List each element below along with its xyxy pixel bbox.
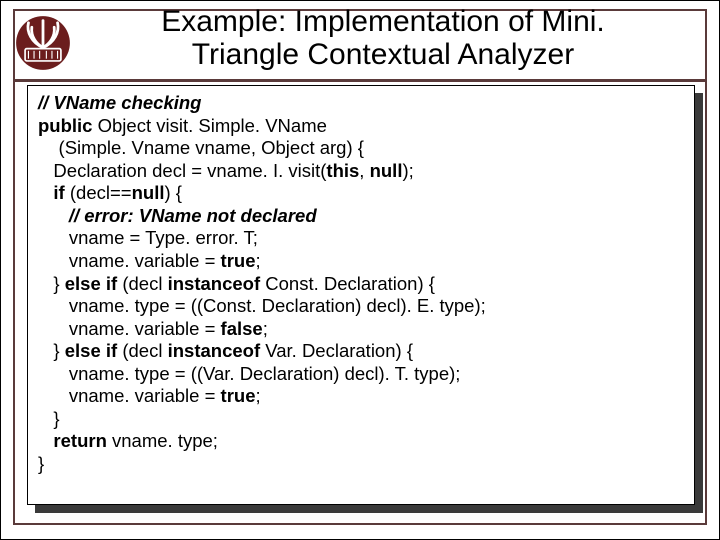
code-text: ; <box>255 250 260 271</box>
university-logo-icon <box>15 15 71 71</box>
code-text: ); <box>402 160 413 181</box>
kw-else-if: else if <box>65 340 117 361</box>
code-text: vname. type; <box>107 430 218 451</box>
kw-public: public <box>38 115 92 136</box>
slide: Example: Implementation of Mini. Triangl… <box>0 0 720 540</box>
code-text: (decl <box>117 340 167 361</box>
code-text <box>38 205 69 226</box>
title-line-2: Triangle Contextual Analyzer <box>192 38 574 71</box>
code-text: ; <box>263 318 268 339</box>
code-content: // VName checking public Object visit. S… <box>38 92 684 476</box>
code-text: (decl== <box>65 182 132 203</box>
code-text: ; <box>255 385 260 406</box>
code-text: } <box>38 273 65 294</box>
kw-null: null <box>370 160 403 181</box>
slide-title: Example: Implementation of Mini. Triangl… <box>75 5 691 71</box>
code-text: vname. variable = <box>38 250 221 271</box>
code-comment: // error: VName not declared <box>69 205 317 226</box>
code-text: (Simple. Vname vname, Object arg) { <box>38 137 364 158</box>
code-text: Var. Declaration) { <box>260 340 413 361</box>
kw-true: true <box>221 385 256 406</box>
code-text: } <box>38 340 65 361</box>
code-text <box>38 182 53 203</box>
code-text: vname. type = ((Var. Declaration) decl).… <box>38 363 460 384</box>
kw-true: true <box>221 250 256 271</box>
kw-if: if <box>53 182 64 203</box>
title-underline <box>14 79 706 82</box>
code-comment: // VName checking <box>38 92 201 113</box>
code-text: (decl <box>117 273 167 294</box>
kw-this: this <box>326 160 359 181</box>
code-text: } <box>38 453 44 474</box>
kw-return: return <box>53 430 106 451</box>
code-text: Const. Declaration) { <box>260 273 435 294</box>
code-text: vname. type = ((Const. Declaration) decl… <box>38 295 486 316</box>
kw-instanceof: instanceof <box>168 273 261 294</box>
kw-else-if: else if <box>65 273 117 294</box>
kw-instanceof: instanceof <box>168 340 261 361</box>
code-text: Object visit. Simple. VName <box>92 115 326 136</box>
code-text: Declaration decl = vname. I. visit( <box>38 160 326 181</box>
code-text: vname. variable = <box>38 318 221 339</box>
code-text: vname = Type. error. T; <box>38 227 258 248</box>
code-text <box>38 430 53 451</box>
code-box: // VName checking public Object visit. S… <box>27 85 695 505</box>
code-text: ) { <box>164 182 181 203</box>
code-text: } <box>38 408 60 429</box>
code-text: , <box>359 160 369 181</box>
title-line-1: Example: Implementation of Mini. <box>161 5 605 38</box>
code-text: vname. variable = <box>38 385 221 406</box>
kw-false: false <box>221 318 263 339</box>
kw-null: null <box>132 182 165 203</box>
